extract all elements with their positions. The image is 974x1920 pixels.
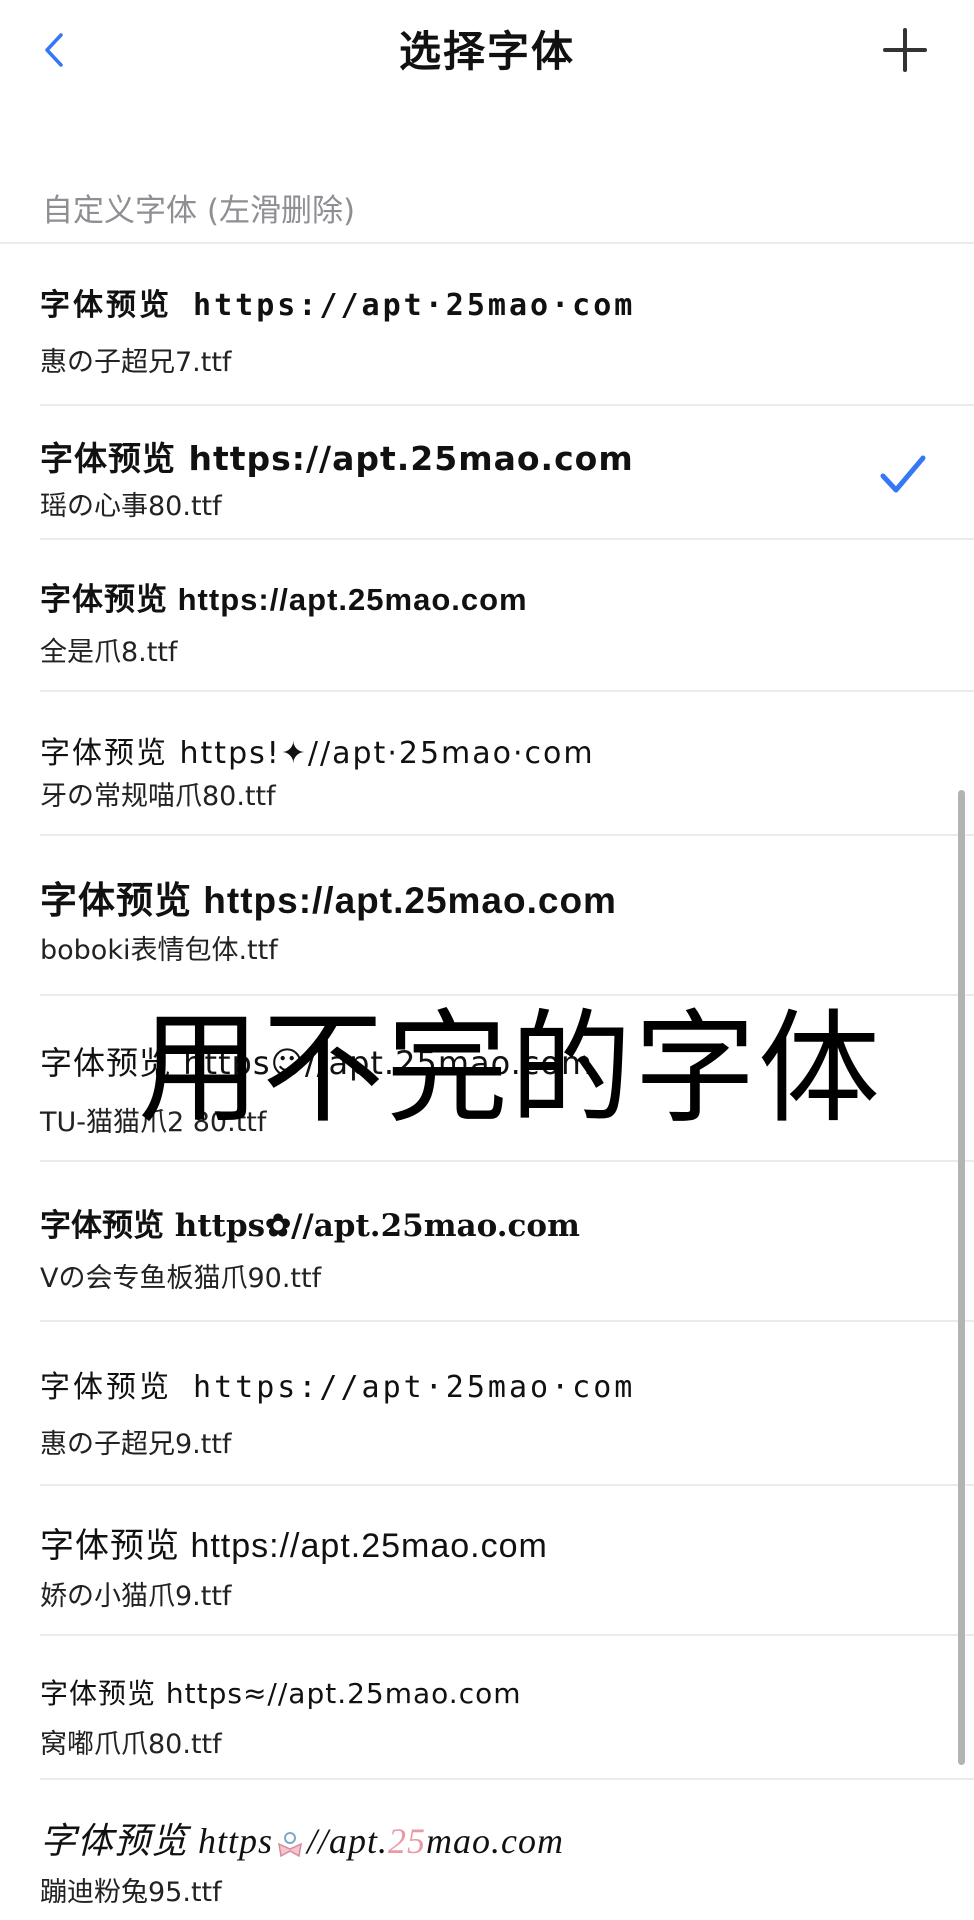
font-row[interactable]: 字体预览 https://apt.25mao.com boboki表情包体.tt… [0,836,974,996]
font-list: 字体预览 https://apt·25mao·com 惠の子超兄7.ttf 字体… [0,244,974,1920]
font-row[interactable]: 字体预览 https☺//apt.25mao.com TU-猫猫爪2 80.tt… [0,996,974,1162]
font-filename: 惠の子超兄9.ttf [40,1429,232,1460]
plus-icon [883,28,927,72]
scrollbar[interactable] [958,790,965,1765]
font-row[interactable]: 字体预览 https //apt.25mao.com 蹦迪粉兔95.ttf [0,1780,974,1920]
section-label: 自定义字体 (左滑删除) [42,193,356,229]
font-filename: 惠の子超兄7.ttf [40,347,232,378]
font-filename: Vの会专鱼板猫爪90.ttf [40,1263,322,1294]
font-filename: 娇の小猫爪9.ttf [40,1581,232,1612]
font-row[interactable]: 字体预览 https://apt.25mao.com 娇の小猫爪9.ttf [0,1486,974,1636]
font-row-selected[interactable]: 字体预览 https://apt.25mao.com 瑶の心事80.ttf [0,406,974,540]
font-filename: 蹦迪粉兔95.ttf [40,1877,222,1908]
font-filename: 牙の常规喵爪80.ttf [40,781,276,812]
font-preview-part: 字体预览 https [40,1821,274,1861]
add-font-button[interactable] [870,22,940,78]
font-preview: 字体预览 https://apt·25mao·com [40,1370,636,1405]
font-row[interactable]: 字体预览 https://apt·25mao·com 惠の子超兄9.ttf [0,1322,974,1486]
page-title: 选择字体 [398,27,575,76]
font-row[interactable]: 字体预览 https!✦//apt·25mao·com 牙の常规喵爪80.ttf [0,692,974,836]
font-filename: 全是爪8.ttf [40,637,178,668]
font-preview: 字体预览 https://apt.25mao.com [40,439,634,478]
font-preview: 字体预览 https://apt·25mao·com [40,288,636,323]
font-preview-part: mao.com [426,1821,565,1861]
font-preview: 字体预览 https✿//apt.25mao.com [40,1208,580,1244]
font-preview-part: //apt. [307,1821,389,1861]
font-preview: 字体预览 https://apt.25mao.com [40,1527,548,1565]
font-preview: 字体预览 https //apt.25mao.com [40,1812,564,1864]
font-filename: TU-猫猫爪2 80.ttf [40,1107,267,1138]
font-preview-highlight: 25 [388,1821,427,1861]
font-preview: 字体预览 https!✦//apt·25mao·com [40,736,595,771]
font-filename: 瑶の心事80.ttf [40,491,222,522]
nav-bar: 选择字体 [0,0,974,100]
font-preview: 字体预览 https≈//apt.25mao.com [40,1677,522,1710]
font-row[interactable]: 字体预览 https✿//apt.25mao.com Vの会专鱼板猫爪90.tt… [0,1162,974,1322]
font-preview: 字体预览 https://apt.25mao.com [40,582,528,617]
bow-icon [278,1831,302,1857]
font-preview: 字体预览 https☺//apt.25mao.com [40,1044,594,1082]
font-preview: 字体预览 https://apt.25mao.com [40,880,617,921]
font-row[interactable]: 字体预览 https://apt·25mao·com 惠の子超兄7.ttf [0,244,974,406]
checkmark-icon [880,455,926,493]
font-row[interactable]: 字体预览 https≈//apt.25mao.com 窝嘟爪爪80.ttf [0,1636,974,1780]
font-filename: boboki表情包体.ttf [40,935,278,966]
font-filename: 窝嘟爪爪80.ttf [40,1729,222,1760]
font-row[interactable]: 字体预览 https://apt.25mao.com 全是爪8.ttf [0,540,974,692]
